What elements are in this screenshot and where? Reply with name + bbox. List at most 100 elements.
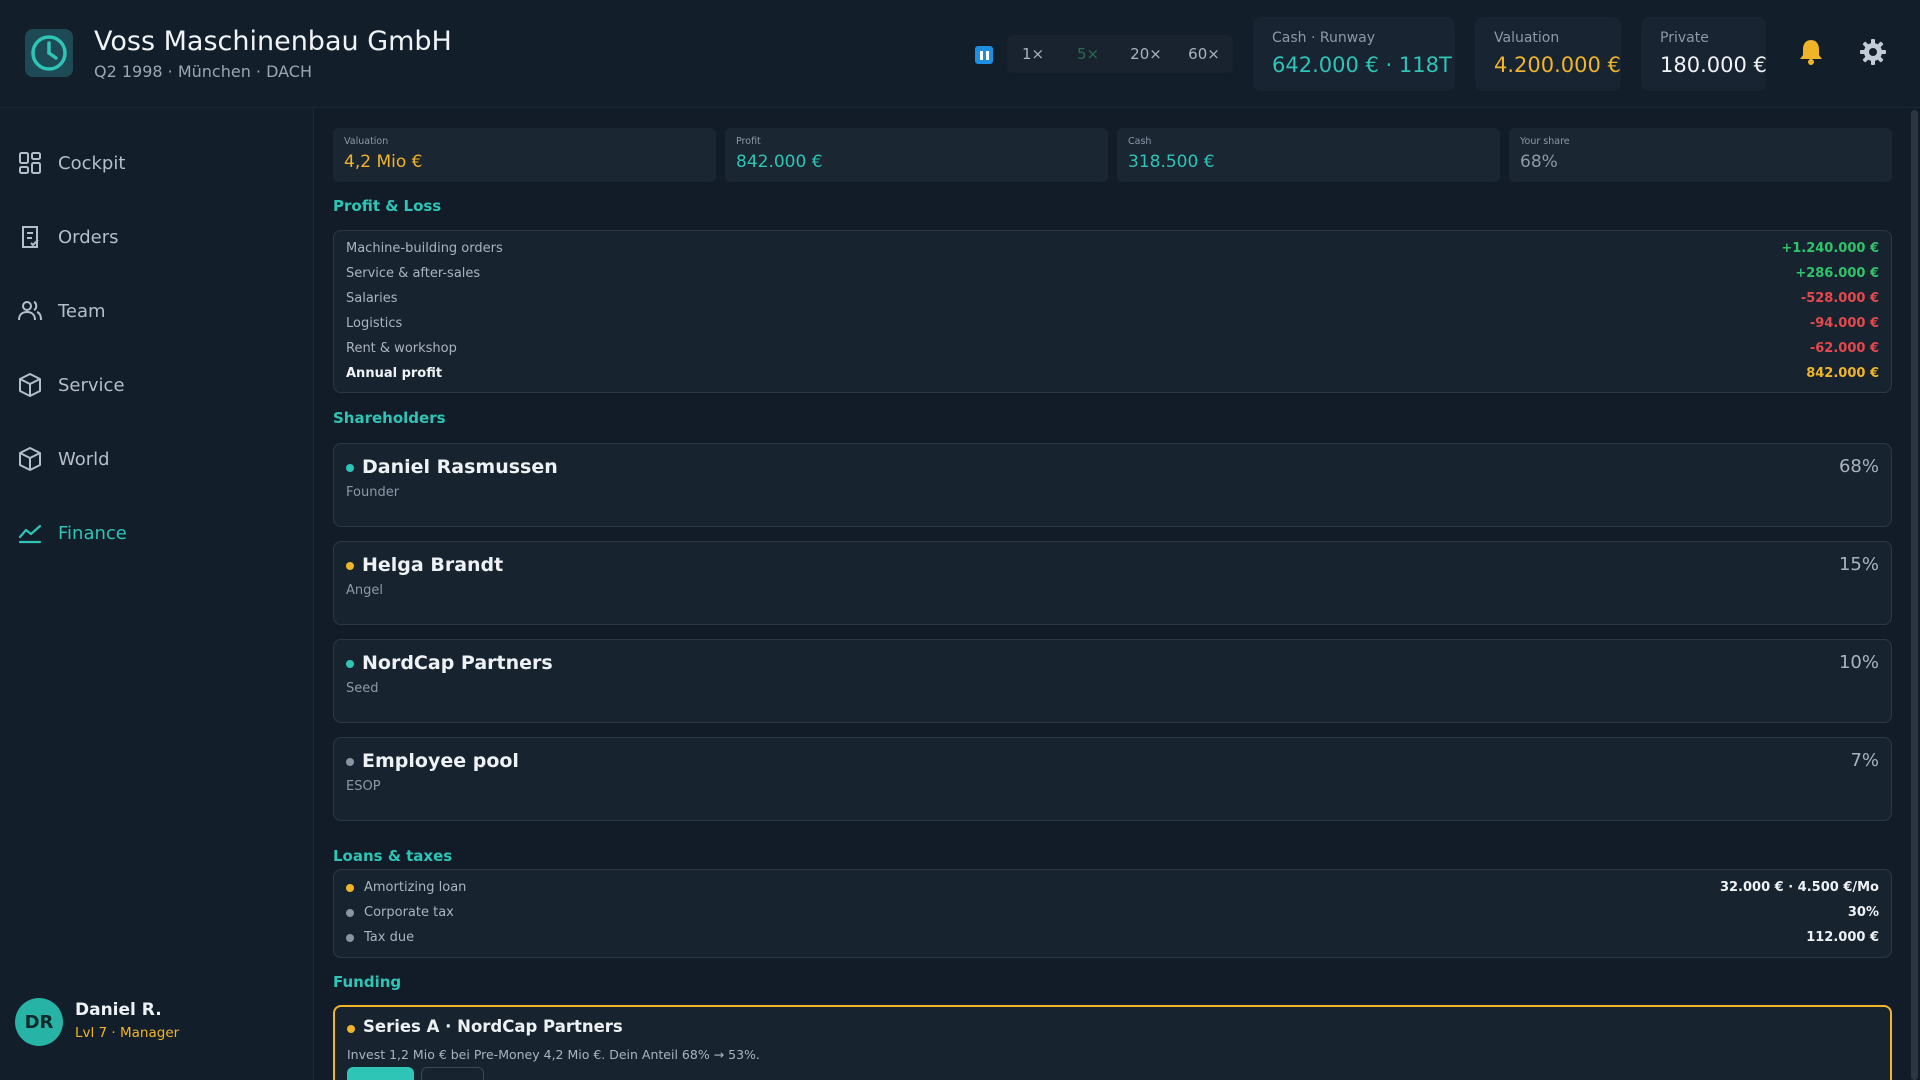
speed-60x-button[interactable]: 60× [1175, 35, 1233, 73]
loan-row-value: 32.000 € · 4.500 €/Mo [1719, 880, 1879, 895]
shareholder-name: Helga Brandt [362, 554, 504, 576]
stat-label: Profit [736, 136, 761, 147]
shareholder-card[interactable]: Employee pool ESOP 7% [333, 737, 1892, 821]
stat-label: Your share [1520, 136, 1570, 147]
speed-5x-button[interactable]: 5× [1059, 35, 1117, 73]
clipboard-icon [22, 226, 39, 248]
speed-20x-button[interactable]: 20× [1117, 35, 1175, 73]
stat-label: Cash [1128, 136, 1152, 147]
pnl-total-row: Annual profit 842.000 € [346, 363, 1879, 385]
section-title-pnl: Profit & Loss [333, 197, 442, 215]
shareholder-role: ESOP [346, 779, 381, 794]
company-name: Voss Maschinenbau GmbH [94, 26, 452, 57]
stat-value: 842.000 € [736, 152, 823, 172]
decline-offer-button[interactable] [421, 1067, 484, 1080]
loan-row-label: Tax due [364, 930, 415, 945]
cash-runway-value: 642.000 € · 118T [1272, 53, 1452, 77]
pnl-row: Salaries -528.000 € [346, 288, 1879, 310]
sidebar-item-label: Cockpit [58, 152, 126, 174]
sidebar-item-label: Service [58, 374, 125, 396]
shareholder-role: Angel [346, 583, 383, 598]
stat-value: 68% [1520, 152, 1558, 172]
pnl-row-value: 842.000 € [1806, 366, 1879, 381]
pnl-row-value: +286.000 € [1795, 266, 1879, 281]
status-dot [346, 660, 354, 668]
pause-button[interactable] [975, 46, 993, 64]
user-name: Daniel R. [75, 1000, 162, 1020]
pnl-row-label: Service & after-sales [346, 266, 481, 281]
sidebar-item-team[interactable]: Team [0, 286, 314, 336]
pnl-panel: Machine-building orders +1.240.000 € Ser… [333, 230, 1892, 393]
valuation-value: 4.200.000 € [1494, 53, 1621, 77]
valuation-card: Valuation 4.200.000 € [1475, 17, 1621, 91]
status-dot [346, 562, 354, 570]
cash-runway-label: Cash · Runway [1272, 30, 1376, 46]
bell-icon[interactable] [1798, 38, 1824, 66]
main-content: Valuation 4,2 Mio € Profit 842.000 € Cas… [315, 109, 1905, 1080]
speed-1x-button[interactable]: 1× [1007, 35, 1059, 73]
cash-runway-card: Cash · Runway 642.000 € · 118T [1253, 17, 1455, 91]
scrollbar[interactable] [1911, 110, 1918, 1080]
chart-line-icon [18, 524, 42, 544]
funding-offer-card[interactable]: Series A · NordCap Partners Invest 1,2 M… [333, 1005, 1892, 1080]
stat-value: 318.500 € [1128, 152, 1215, 172]
shareholder-percent: 68% [1838, 456, 1879, 477]
pnl-row: Logistics -94.000 € [346, 313, 1879, 335]
pnl-row: Service & after-sales +286.000 € [346, 263, 1879, 285]
sidebar-item-world[interactable]: World [0, 434, 314, 484]
sidebar-item-label: Orders [58, 226, 119, 248]
shareholder-percent: 10% [1838, 652, 1879, 673]
shareholder-percent: 7% [1850, 750, 1879, 771]
section-title-loans: Loans & taxes [333, 847, 453, 865]
status-dot [346, 758, 354, 766]
loan-row-label: Corporate tax [364, 905, 454, 920]
sidebar-item-service[interactable]: Service [0, 360, 314, 410]
shareholder-name: NordCap Partners [362, 652, 553, 674]
avatar: DR [15, 998, 63, 1046]
pnl-row: Machine-building orders +1.240.000 € [346, 238, 1879, 260]
loan-row: Tax due 112.000 € [346, 927, 1879, 949]
stat-cash: Cash 318.500 € [1117, 128, 1500, 182]
speed-selector: 1× 5× 20× 60× [1007, 35, 1233, 73]
stat-profit: Profit 842.000 € [725, 128, 1108, 182]
top-header: Voss Maschinenbau GmbH Q2 1998 · München… [0, 0, 1920, 108]
pnl-row-value: -62.000 € [1809, 341, 1879, 356]
grid-icon [19, 152, 41, 174]
sidebar-item-orders[interactable]: Orders [0, 212, 314, 262]
pnl-row-value: -94.000 € [1809, 316, 1879, 331]
private-value: 180.000 € [1660, 53, 1767, 77]
sidebar-item-cockpit[interactable]: Cockpit [0, 138, 314, 188]
shareholder-card[interactable]: NordCap Partners Seed 10% [333, 639, 1892, 723]
shareholder-role: Founder [346, 485, 400, 500]
shareholder-card[interactable]: Helga Brandt Angel 15% [333, 541, 1892, 625]
private-label: Private [1660, 30, 1709, 46]
sidebar-item-label: Team [58, 300, 106, 322]
loans-panel: Amortizing loan 32.000 € · 4.500 €/Mo Co… [333, 869, 1892, 958]
pnl-row-value: -528.000 € [1800, 291, 1879, 306]
loan-row-value: 30% [1847, 905, 1879, 920]
accept-offer-button[interactable] [347, 1067, 414, 1080]
users-icon [18, 301, 42, 321]
pause-icon [979, 50, 983, 60]
valuation-label: Valuation [1494, 30, 1560, 46]
gear-icon[interactable] [1860, 39, 1886, 65]
loan-row-value: 112.000 € [1806, 930, 1879, 945]
company-subtitle: Q2 1998 · München · DACH [94, 62, 313, 81]
status-dot [346, 464, 354, 472]
private-card: Private 180.000 € [1641, 17, 1767, 91]
funding-offer-description: Invest 1,2 Mio € bei Pre-Money 4,2 Mio €… [347, 1047, 760, 1062]
stat-value: 4,2 Mio € [344, 152, 423, 172]
sidebar-item-finance[interactable]: Finance [0, 508, 314, 558]
status-dot [347, 1025, 355, 1033]
shareholder-role: Seed [346, 681, 379, 696]
funding-offer-title: Series A · NordCap Partners [363, 1017, 623, 1036]
sidebar: Cockpit Orders Team Service World Financ… [0, 108, 314, 1080]
clock-logo-icon [25, 29, 73, 77]
shareholder-card[interactable]: Daniel Rasmussen Founder 68% [333, 443, 1892, 527]
user-level: Lvl 7 · Manager [75, 1025, 180, 1041]
shareholder-name: Daniel Rasmussen [362, 456, 558, 478]
section-title-shareholders: Shareholders [333, 409, 446, 427]
user-profile[interactable]: DR Daniel R. Lvl 7 · Manager [15, 998, 295, 1048]
section-title-funding: Funding [333, 973, 402, 991]
stat-your-share: Your share 68% [1509, 128, 1892, 182]
